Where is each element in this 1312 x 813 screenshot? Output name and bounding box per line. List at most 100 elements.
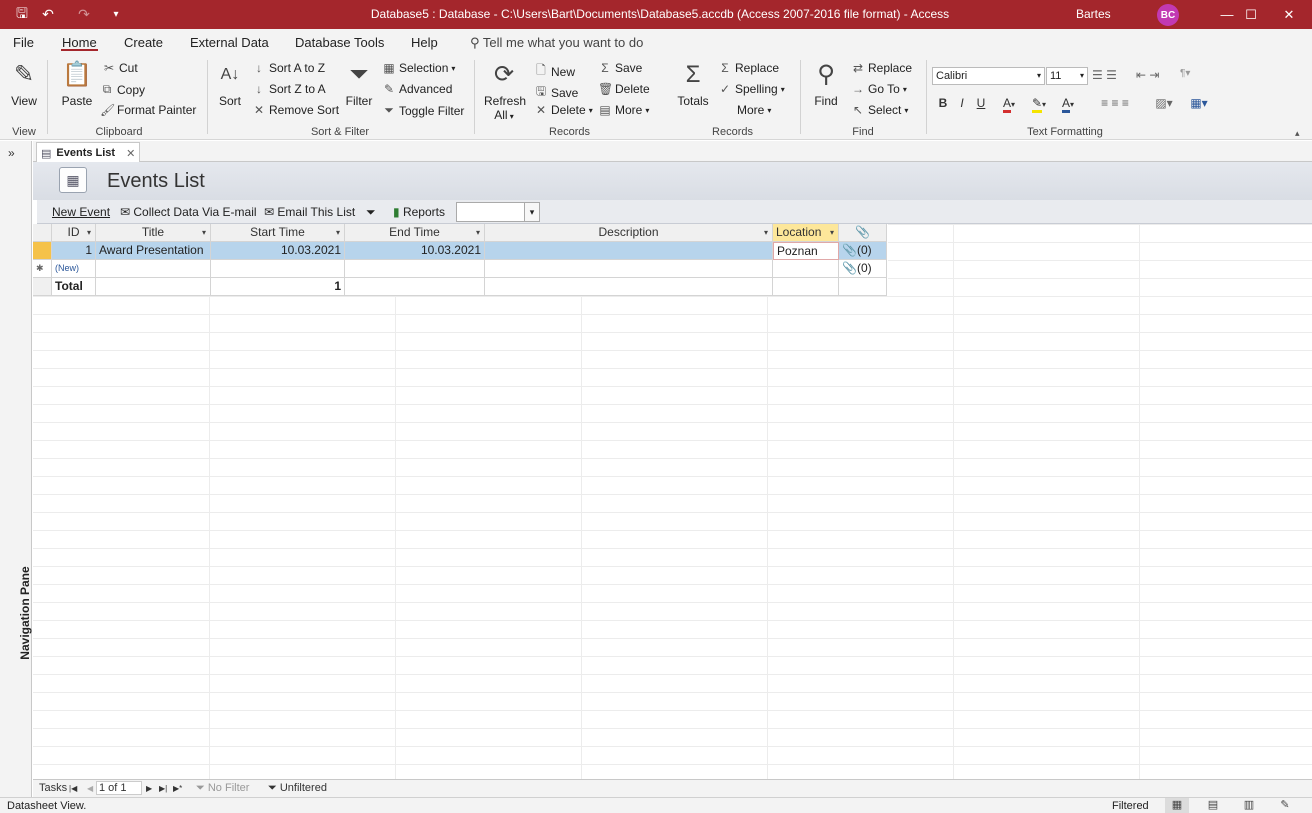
- save-record-button[interactable]: 🖫 Save: [534, 82, 578, 103]
- chevron-down-icon[interactable]: ▾: [524, 202, 540, 222]
- chevron-down-icon[interactable]: ▾: [336, 224, 340, 241]
- user-name[interactable]: Bartes: [1076, 7, 1111, 21]
- next-record-icon[interactable]: ▶: [146, 784, 152, 793]
- layout-view-icon[interactable]: ▥: [1237, 798, 1261, 813]
- totals-button[interactable]: Σ Totals: [677, 60, 709, 108]
- select-button[interactable]: ↖ Select ▾: [851, 103, 908, 117]
- email-list-button[interactable]: ✉ Email This List: [264, 205, 355, 219]
- delete2-button[interactable]: 🗑 Delete: [598, 82, 650, 96]
- font-color-icon[interactable]: A▾: [996, 96, 1022, 113]
- column-header-attachment[interactable]: 📎: [839, 224, 887, 242]
- collapse-ribbon-icon[interactable]: ▴: [1295, 128, 1300, 139]
- total-attachment[interactable]: [839, 278, 887, 296]
- close-button[interactable]: ✕: [1266, 0, 1312, 29]
- design-view-icon[interactable]: ✎: [1273, 798, 1297, 813]
- chevron-down-icon[interactable]: ▾: [87, 224, 91, 241]
- delete-record-button[interactable]: ✕ Delete ▾: [534, 103, 593, 117]
- paragraph-icon[interactable]: ¶▾: [1180, 68, 1190, 79]
- new-row-description[interactable]: [485, 260, 773, 278]
- chevron-down-icon[interactable]: ▾: [476, 224, 480, 241]
- column-header-title[interactable]: Title ▾: [96, 224, 211, 242]
- last-record-icon[interactable]: ▶|: [159, 784, 167, 793]
- undo-icon[interactable]: ↶: [38, 0, 58, 29]
- new-row-selector[interactable]: ✱: [33, 260, 52, 278]
- tab-events-list[interactable]: ▤ Events List ✕: [36, 142, 140, 163]
- total-title[interactable]: [96, 278, 211, 296]
- indent-icon[interactable]: ⇤ ⇥: [1136, 68, 1159, 82]
- format-painter-button[interactable]: 🖌 Format Painter: [100, 103, 196, 117]
- save-icon[interactable]: 🖫: [10, 0, 34, 29]
- navigation-pane-label[interactable]: Navigation Pane: [18, 558, 32, 668]
- chevron-down-icon[interactable]: ▾: [202, 224, 206, 241]
- new-event-button[interactable]: New Event: [52, 205, 110, 219]
- new-row-attachment[interactable]: 📎(0): [839, 260, 887, 278]
- tab-create[interactable]: Create: [124, 35, 163, 50]
- previous-record-icon[interactable]: ◀: [87, 784, 93, 793]
- cell-id[interactable]: 1: [52, 242, 96, 260]
- replace-records-button[interactable]: Σ Replace: [718, 61, 779, 75]
- filter-button[interactable]: ⏷ Filter: [344, 60, 374, 108]
- expand-nav-icon[interactable]: »: [8, 146, 15, 160]
- total-description[interactable]: [485, 278, 773, 296]
- advanced-button[interactable]: ✎ Advanced: [382, 82, 452, 96]
- redo-icon[interactable]: ↷: [74, 0, 94, 29]
- column-header-description[interactable]: Description ▾: [485, 224, 773, 242]
- tab-file[interactable]: File: [13, 35, 34, 50]
- more-records-button[interactable]: More ▾: [720, 103, 771, 117]
- cell-description[interactable]: [485, 242, 773, 260]
- tab-home[interactable]: Home: [62, 35, 97, 50]
- new-row-location[interactable]: [773, 260, 839, 278]
- new-row-title[interactable]: [96, 260, 211, 278]
- tab-database-tools[interactable]: Database Tools: [295, 35, 384, 50]
- refresh-all-button[interactable]: ⟳ Refresh All ▾: [484, 60, 526, 122]
- new-row-id[interactable]: (New): [52, 260, 96, 278]
- remove-sort-button[interactable]: ✕ Remove Sort: [252, 103, 339, 117]
- cell-location[interactable]: Poznan: [773, 242, 839, 260]
- sort-descending-button[interactable]: ↓ Sort Z to A: [252, 82, 326, 96]
- background-color-icon[interactable]: A▾: [1055, 96, 1081, 113]
- go-to-button[interactable]: → Go To ▾: [851, 82, 907, 96]
- new-row-start-time[interactable]: [211, 260, 345, 278]
- row-selector-header[interactable]: [33, 224, 52, 242]
- find-button[interactable]: ⚲ Find: [810, 60, 842, 108]
- tab-help[interactable]: Help: [411, 35, 438, 50]
- new-row-end-time[interactable]: [345, 260, 485, 278]
- cell-attachment[interactable]: 📎(0): [839, 242, 887, 260]
- cut-button[interactable]: ✂ Cut: [102, 61, 138, 75]
- sort-button[interactable]: A↓ Sort: [217, 60, 243, 108]
- chevron-down-icon[interactable]: ▾: [764, 224, 768, 241]
- font-name-select[interactable]: Calibri ▾: [932, 67, 1045, 85]
- new-record-icon[interactable]: ▶*: [173, 784, 182, 793]
- selection-button[interactable]: ▦ Selection ▾: [382, 61, 455, 75]
- gridlines-icon[interactable]: ▦▾: [1185, 96, 1213, 110]
- italic-button[interactable]: I: [953, 96, 971, 110]
- new-record-button[interactable]: 🗋 New: [534, 61, 575, 82]
- column-header-location[interactable]: Location ▾: [773, 224, 839, 242]
- more-button[interactable]: ▤ More ▾: [598, 103, 649, 117]
- toggle-filter-button[interactable]: ⏷ Toggle Filter: [382, 103, 464, 118]
- underline-button[interactable]: U: [972, 96, 990, 110]
- cell-start-time[interactable]: 10.03.2021: [211, 242, 345, 260]
- column-header-id[interactable]: ID ▾: [52, 224, 96, 242]
- avatar[interactable]: BC: [1157, 4, 1179, 26]
- column-header-start-time[interactable]: Start Time ▾: [211, 224, 345, 242]
- column-header-end-time[interactable]: End Time ▾: [345, 224, 485, 242]
- tell-me-search[interactable]: ⚲ Tell me what you want to do: [470, 35, 643, 51]
- sort-ascending-button[interactable]: ↓ Sort A to Z: [252, 61, 325, 75]
- filter-icon[interactable]: ⏷: [366, 205, 376, 220]
- cell-title[interactable]: Award Presentation: [96, 242, 211, 260]
- replace-button[interactable]: ⇄ Replace: [851, 61, 912, 75]
- font-size-select[interactable]: 11 ▾: [1046, 67, 1088, 85]
- total-location[interactable]: [773, 278, 839, 296]
- datasheet-view-icon[interactable]: ▦: [1165, 798, 1189, 813]
- row-selector[interactable]: [33, 242, 52, 260]
- cell-end-time[interactable]: 10.03.2021: [345, 242, 485, 260]
- unfiltered-button[interactable]: ⏷ Unfiltered: [268, 782, 327, 795]
- no-filter-indicator[interactable]: ⏷ No Filter: [196, 782, 249, 795]
- paste-button[interactable]: 📋 Paste: [60, 60, 94, 108]
- close-icon[interactable]: ✕: [126, 147, 135, 160]
- chevron-down-icon[interactable]: ▾: [830, 224, 834, 241]
- copy-button[interactable]: ⧉ Copy: [100, 82, 145, 97]
- view-button[interactable]: ✎ View: [8, 60, 40, 108]
- save2-button[interactable]: Σ Save: [598, 61, 642, 75]
